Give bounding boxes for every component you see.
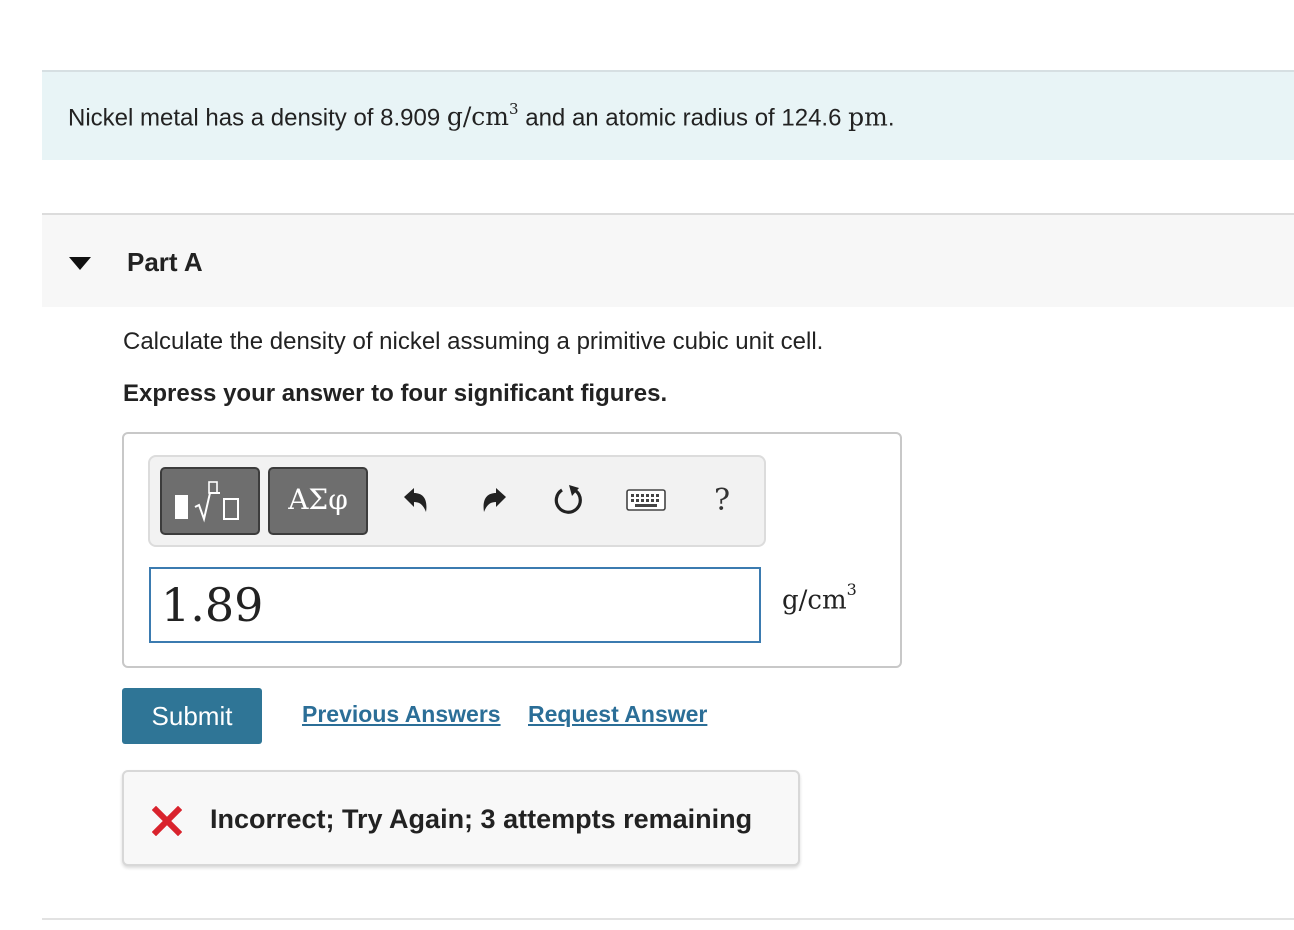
help-button[interactable]: ? [702, 477, 742, 523]
keyboard-button[interactable] [624, 477, 668, 523]
answer-unit-base: g/cm [782, 585, 847, 616]
templates-button[interactable] [160, 467, 260, 535]
intro-text-middle: and an atomic radius of [518, 104, 782, 132]
problem-intro: Nickel metal has a density of 8.909 g/cm… [42, 70, 1294, 160]
feedback-message: Incorrect; Try Again; 3 attempts remaini… [210, 804, 753, 834]
answer-unit-exponent: 3 [846, 580, 857, 599]
templates-icon [175, 481, 239, 523]
instruction-text: Express your answer to four significant … [123, 380, 668, 407]
feedback-panel: Incorrect; Try Again; 3 attempts remaini… [122, 770, 800, 866]
density-unit: g/cm3 [446, 100, 519, 132]
part-title: Part A [127, 247, 203, 277]
incorrect-x-icon [152, 806, 182, 836]
radius-value: 124.6 [781, 104, 842, 132]
density-unit-exponent: 3 [509, 100, 519, 118]
answer-unit: g/cm3 [782, 580, 857, 616]
reset-button[interactable] [548, 477, 588, 523]
help-icon: ? [713, 482, 731, 518]
math-toolbar: ΑΣφ ? [148, 455, 766, 547]
keyboard-icon [626, 489, 666, 511]
redo-icon [483, 488, 506, 512]
intro-text-before: Nickel metal has a density of [68, 104, 381, 132]
part-header[interactable]: Part A [42, 213, 1294, 307]
answer-panel: ΑΣφ ? 1.89 g/cm3 [122, 432, 902, 668]
intro-statement: Nickel metal has a density of 8.909 g/cm… [68, 100, 895, 132]
density-value: 8.909 [380, 104, 441, 132]
submit-button[interactable]: Submit [122, 688, 262, 744]
previous-answers-link[interactable]: Previous Answers [302, 701, 501, 728]
radius-unit: pm [848, 102, 888, 132]
undo-button[interactable] [396, 477, 436, 523]
reset-icon [554, 485, 582, 514]
redo-button[interactable] [474, 477, 514, 523]
collapse-triangle-icon[interactable] [69, 257, 91, 270]
greek-letters-button[interactable]: ΑΣφ [268, 467, 368, 535]
undo-icon [404, 488, 427, 512]
bottom-divider [42, 918, 1294, 920]
density-unit-base: g/cm [446, 102, 510, 132]
answer-input[interactable] [149, 567, 761, 643]
intro-text-end: . [887, 104, 895, 132]
question-text: Calculate the density of nickel assuming… [123, 328, 824, 355]
request-answer-link[interactable]: Request Answer [528, 701, 707, 728]
greek-letters-icon: ΑΣφ [288, 483, 348, 516]
